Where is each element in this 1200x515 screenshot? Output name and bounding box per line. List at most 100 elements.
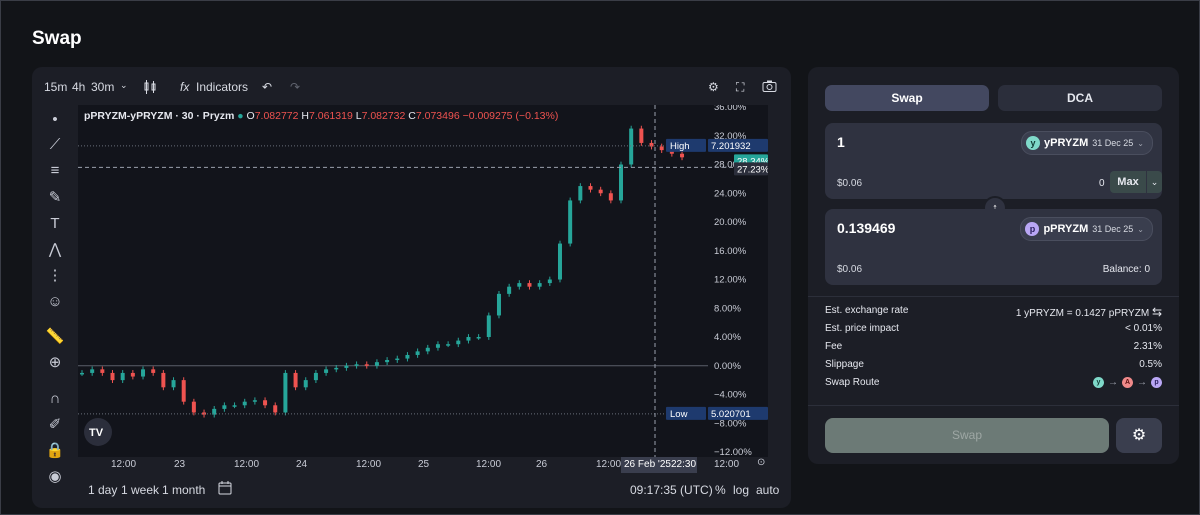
percent-toggle[interactable]: %	[715, 483, 726, 497]
info-exchange-rate: Est. exchange rate 1 yPRYZM = 0.1427 pPR…	[825, 305, 1162, 319]
magnet-icon[interactable]: ∩	[45, 389, 65, 409]
info-price-impact: Est. price impact < 0.01%	[825, 323, 1162, 334]
gear-icon[interactable]: ⚙	[1116, 418, 1162, 453]
fib-icon[interactable]: ≡	[45, 161, 65, 181]
indicators-button[interactable]: Indicators	[196, 80, 248, 94]
lock-icon[interactable]: 🔒	[45, 441, 65, 461]
legend-part: H	[301, 110, 309, 122]
calendar-icon[interactable]	[218, 481, 232, 498]
zoom-in-icon[interactable]: ⊕	[45, 353, 65, 373]
legend-part: −0.009275 (−0.13%)	[463, 110, 559, 122]
candle	[222, 405, 227, 409]
y-tick-label: −4.00%	[714, 390, 747, 401]
candle	[578, 186, 583, 201]
candlestick-icon[interactable]	[144, 80, 156, 97]
range-1-day[interactable]: 1 day	[88, 483, 117, 497]
utc-clock[interactable]: 09:17:35 (UTC)	[630, 483, 713, 497]
info-swap-route: Swap Route y → A → p	[825, 377, 1162, 388]
interval-15m[interactable]: 15m	[44, 80, 67, 94]
crosshair-time: 22:30	[671, 459, 697, 470]
y-tick-label: 4.00%	[714, 332, 741, 343]
balance-value: 0	[1144, 264, 1150, 275]
divider	[808, 405, 1179, 406]
interval-30m[interactable]: 30m	[91, 80, 114, 94]
candle	[557, 243, 562, 280]
x-axis: 12:00 23 12:00 24 12:00 25 12:00 26 12:00 12:00 2…	[78, 457, 791, 473]
from-token-select[interactable]: y yPRYZM 31 Dec 25 ⌄	[1021, 131, 1153, 155]
candle	[80, 372, 84, 375]
candle	[171, 380, 176, 388]
candle	[151, 369, 156, 373]
candle	[527, 283, 532, 287]
y-tick-label: 20.00%	[714, 217, 747, 228]
to-token-select[interactable]: p pPRYZM 31 Dec 25 ⌄	[1020, 217, 1153, 241]
info-value: 1 yPRYZM = 0.1427 pPRYZM	[1015, 308, 1150, 319]
ruler-icon[interactable]: 📏	[45, 327, 65, 347]
pattern-icon[interactable]: ⋀	[45, 240, 65, 260]
swap-submit-button[interactable]: Swap	[825, 418, 1109, 453]
price-chart: 36.00%32.00%28.00%24.00%20.00%16.00%12.0…	[78, 102, 770, 458]
trend-line-icon[interactable]: ⟋	[45, 135, 65, 155]
x-tick-label: 26	[536, 459, 548, 470]
max-button[interactable]: Max	[1110, 171, 1146, 193]
candle	[120, 372, 125, 381]
undo-icon[interactable]: ↶	[262, 80, 272, 94]
candle	[568, 200, 573, 244]
candle	[100, 369, 105, 373]
candle	[547, 279, 552, 284]
current-percent-text: 27.23%	[737, 164, 768, 175]
brush-icon[interactable]: ✎	[45, 188, 65, 208]
route-token-icon: A	[1122, 377, 1133, 388]
high-value-text: 7.201932	[711, 141, 751, 152]
info-label: Slippage	[825, 359, 864, 370]
from-amount-input[interactable]	[837, 134, 987, 150]
candle	[537, 283, 542, 287]
tab-dca[interactable]: DCA	[998, 85, 1162, 111]
auto-toggle[interactable]: auto	[756, 483, 779, 497]
candle	[598, 189, 603, 194]
camera-icon[interactable]	[762, 80, 777, 95]
chevron-down-icon[interactable]: ⌄	[1147, 171, 1162, 193]
candle	[466, 337, 471, 341]
fullscreen-icon[interactable]: ⛶	[736, 80, 744, 95]
swap-panel: Swap DCA y yPRYZM 31 Dec 25 ⌄ $0.06 0 Ma…	[808, 67, 1179, 464]
interval-4h[interactable]: 4h	[72, 80, 85, 94]
chevron-down-icon[interactable]: ⌄	[120, 80, 128, 91]
redo-icon[interactable]: ↷	[290, 80, 300, 94]
candle	[324, 369, 329, 373]
swap-rate-icon[interactable]: ⇆	[1152, 305, 1162, 319]
to-amount-input[interactable]	[837, 220, 987, 236]
page-title: Swap	[32, 28, 82, 49]
projection-icon[interactable]: ⋮	[45, 266, 65, 286]
text-icon[interactable]: T	[45, 214, 65, 234]
chevron-down-icon: ⌄	[1137, 224, 1144, 234]
info-value: < 0.01%	[1125, 323, 1162, 334]
lock-drawing-icon[interactable]: ✐	[45, 415, 65, 435]
log-toggle[interactable]: log	[733, 483, 749, 497]
x-tick-label: 12:00	[356, 459, 382, 470]
tab-swap[interactable]: Swap	[825, 85, 989, 111]
candle	[385, 360, 390, 363]
candle	[141, 369, 146, 377]
emoji-icon[interactable]: ☺	[45, 292, 65, 312]
legend-part: 7.061319	[309, 110, 356, 122]
x-tick-label: 12:00	[234, 459, 260, 470]
chevron-down-icon: ⌄	[1137, 138, 1144, 148]
cursor-icon[interactable]: •	[45, 110, 65, 130]
range-1-month[interactable]: 1 month	[162, 483, 205, 497]
candle	[435, 344, 440, 348]
y-tick-label: 8.00%	[714, 303, 741, 314]
range-1-week[interactable]: 1 week	[121, 483, 159, 497]
gear-icon[interactable]: ⚙	[708, 80, 719, 94]
candle	[181, 380, 186, 402]
candle	[405, 354, 410, 359]
x-tick-label: 12:00	[714, 459, 740, 470]
from-token-box: y yPRYZM 31 Dec 25 ⌄ $0.06 0 Max ⌄	[825, 123, 1162, 199]
info-value: 2.31%	[1133, 341, 1162, 352]
drawing-toolbar: • ⟋ ≡ ✎ T ⋀ ⋮ ☺ 📏 ⊕ ∩ ✐ 🔒 ◉	[32, 105, 78, 505]
info-slippage: Slippage 0.5%	[825, 359, 1162, 370]
chart-canvas[interactable]: 36.00% 32.00% 28.00% 24.00% 20.00% 16.00% 12.0…	[78, 102, 770, 458]
route-token-icon: p	[1151, 377, 1162, 388]
high-label-text: High	[670, 141, 690, 152]
goto-icon[interactable]: ⊙	[757, 457, 765, 468]
